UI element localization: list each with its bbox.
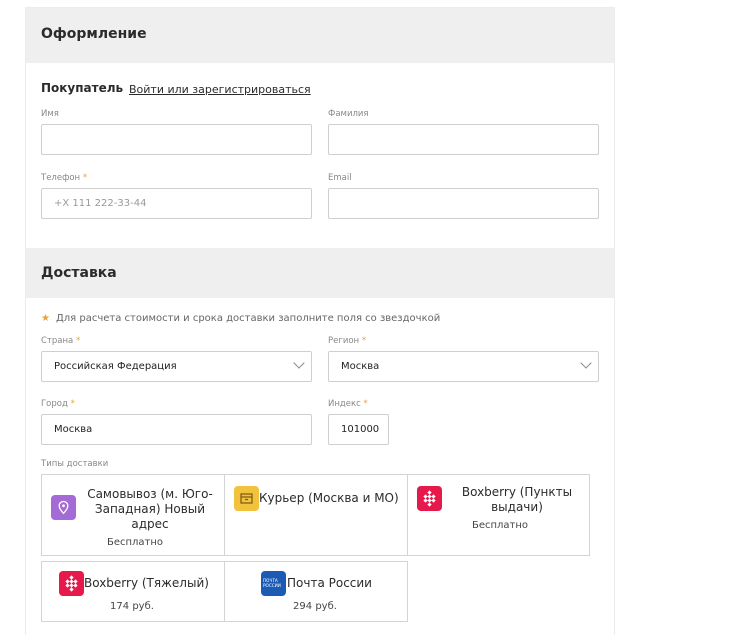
page-title: Оформление [41,26,147,42]
region-label: Регион * [328,336,367,346]
delivery-types-label: Типы доставки [41,459,109,469]
phone-input[interactable]: +X 111 222-33-44 [41,188,312,219]
delivery-option-name: Boxberry (Пункты выдачи) [461,485,573,514]
email-label: Email [328,173,352,183]
delivery-option-name: Самовывоз (м. Юго-Западная) Новый адрес [87,487,213,531]
delivery-option-name: Boxberry (Тяжелый) [84,576,209,590]
delivery-option-boxberry-points[interactable]: Boxberry (Пункты выдачи) Бесплатно [407,474,590,556]
chevron-down-icon [293,357,305,369]
login-register-link[interactable]: Войти или зарегистрироваться [129,83,311,96]
region-select[interactable]: Москва [328,351,599,382]
email-input[interactable] [328,188,599,219]
boxberry-icon [417,486,442,511]
delivery-option-courier[interactable]: Курьер (Москва и МО) [224,474,408,556]
delivery-title: Доставка [41,265,117,281]
delivery-option-price: Бесплатно [106,537,164,548]
delivery-option-russian-post[interactable]: ПОЧТА РОССИИ Почта России 294 руб. [224,561,408,622]
boxberry-icon [59,571,84,596]
country-label: Страна * [41,336,81,346]
last-name-label: Фамилия [328,109,369,119]
delivery-option-price: 294 руб. [293,601,337,612]
checkout-card: Оформление Покупатель Войти или зарегист… [25,7,615,635]
country-select[interactable]: Российская Федерация [41,351,312,382]
phone-label: Телефон * [41,173,88,183]
first-name-label: Имя [41,109,59,119]
zip-input[interactable]: 101000 [328,414,389,445]
checkout-header: Оформление [26,8,614,63]
delivery-header: Доставка [26,248,614,298]
chevron-down-icon [580,357,592,369]
box-icon [234,486,259,511]
city-input[interactable]: Москва [41,414,312,445]
delivery-option-price: Бесплатно [471,520,529,531]
delivery-option-boxberry-heavy[interactable]: Boxberry (Тяжелый) 174 руб. [41,561,225,622]
delivery-option-name: Почта России [287,576,372,590]
buyer-title: Покупатель [41,81,124,95]
star-icon: ★ [41,313,50,324]
city-label: Город * [41,399,75,409]
delivery-note: ★ Для расчета стоимости и срока доставки … [41,313,441,324]
delivery-option-pickup[interactable]: Самовывоз (м. Юго-Западная) Новый адрес … [41,474,225,556]
russian-post-icon: ПОЧТА РОССИИ [261,571,286,596]
map-pin-icon [51,495,76,520]
last-name-input[interactable] [328,124,599,155]
zip-label: Индекс * [328,399,368,409]
delivery-option-name: Курьер (Москва и МО) [259,491,399,505]
delivery-option-price: 174 руб. [110,601,154,612]
first-name-input[interactable] [41,124,312,155]
